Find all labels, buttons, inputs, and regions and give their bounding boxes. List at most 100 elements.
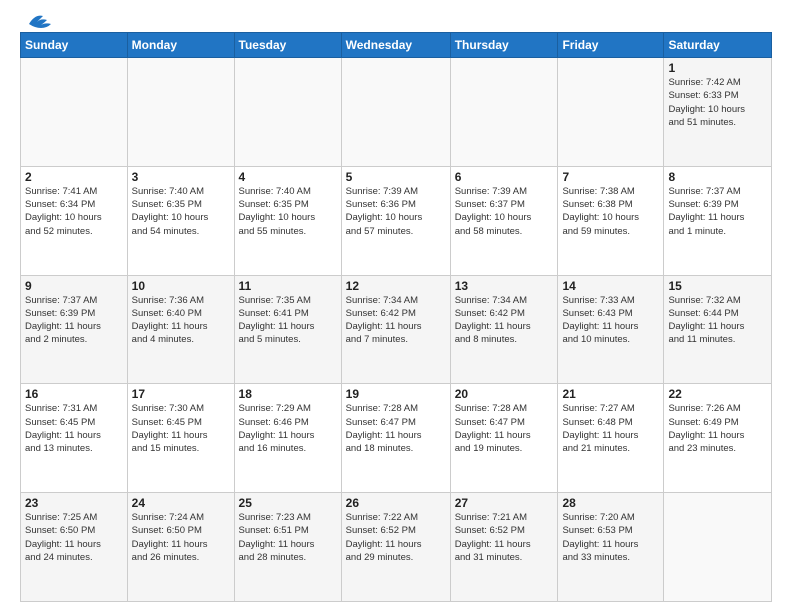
week-row-3: 9Sunrise: 7:37 AM Sunset: 6:39 PM Daylig… (21, 275, 772, 384)
day-cell: 23Sunrise: 7:25 AM Sunset: 6:50 PM Dayli… (21, 493, 128, 602)
day-cell: 28Sunrise: 7:20 AM Sunset: 6:53 PM Dayli… (558, 493, 664, 602)
day-cell: 7Sunrise: 7:38 AM Sunset: 6:38 PM Daylig… (558, 166, 664, 275)
weekday-header-tuesday: Tuesday (234, 33, 341, 58)
day-cell (450, 58, 558, 167)
day-cell: 12Sunrise: 7:34 AM Sunset: 6:42 PM Dayli… (341, 275, 450, 384)
day-detail: Sunrise: 7:40 AM Sunset: 6:35 PM Dayligh… (132, 185, 230, 238)
day-cell (234, 58, 341, 167)
day-number: 20 (455, 387, 554, 401)
day-number: 4 (239, 170, 337, 184)
day-detail: Sunrise: 7:40 AM Sunset: 6:35 PM Dayligh… (239, 185, 337, 238)
day-number: 8 (668, 170, 767, 184)
day-cell (558, 58, 664, 167)
day-number: 2 (25, 170, 123, 184)
day-cell: 17Sunrise: 7:30 AM Sunset: 6:45 PM Dayli… (127, 384, 234, 493)
day-number: 16 (25, 387, 123, 401)
day-number: 13 (455, 279, 554, 293)
day-number: 15 (668, 279, 767, 293)
day-detail: Sunrise: 7:36 AM Sunset: 6:40 PM Dayligh… (132, 294, 230, 347)
day-cell: 18Sunrise: 7:29 AM Sunset: 6:46 PM Dayli… (234, 384, 341, 493)
weekday-header-thursday: Thursday (450, 33, 558, 58)
day-cell: 22Sunrise: 7:26 AM Sunset: 6:49 PM Dayli… (664, 384, 772, 493)
weekday-header-friday: Friday (558, 33, 664, 58)
day-detail: Sunrise: 7:30 AM Sunset: 6:45 PM Dayligh… (132, 402, 230, 455)
day-detail: Sunrise: 7:33 AM Sunset: 6:43 PM Dayligh… (562, 294, 659, 347)
day-detail: Sunrise: 7:41 AM Sunset: 6:34 PM Dayligh… (25, 185, 123, 238)
weekday-header-sunday: Sunday (21, 33, 128, 58)
weekday-header-saturday: Saturday (664, 33, 772, 58)
day-cell: 9Sunrise: 7:37 AM Sunset: 6:39 PM Daylig… (21, 275, 128, 384)
day-cell: 3Sunrise: 7:40 AM Sunset: 6:35 PM Daylig… (127, 166, 234, 275)
day-detail: Sunrise: 7:20 AM Sunset: 6:53 PM Dayligh… (562, 511, 659, 564)
day-cell: 1Sunrise: 7:42 AM Sunset: 6:33 PM Daylig… (664, 58, 772, 167)
day-number: 12 (346, 279, 446, 293)
day-detail: Sunrise: 7:35 AM Sunset: 6:41 PM Dayligh… (239, 294, 337, 347)
day-number: 22 (668, 387, 767, 401)
weekday-header-wednesday: Wednesday (341, 33, 450, 58)
day-detail: Sunrise: 7:34 AM Sunset: 6:42 PM Dayligh… (455, 294, 554, 347)
day-cell: 26Sunrise: 7:22 AM Sunset: 6:52 PM Dayli… (341, 493, 450, 602)
day-cell: 25Sunrise: 7:23 AM Sunset: 6:51 PM Dayli… (234, 493, 341, 602)
weekday-header-monday: Monday (127, 33, 234, 58)
day-number: 14 (562, 279, 659, 293)
day-detail: Sunrise: 7:28 AM Sunset: 6:47 PM Dayligh… (346, 402, 446, 455)
day-number: 6 (455, 170, 554, 184)
day-number: 28 (562, 496, 659, 510)
header (20, 16, 772, 24)
day-detail: Sunrise: 7:26 AM Sunset: 6:49 PM Dayligh… (668, 402, 767, 455)
day-number: 19 (346, 387, 446, 401)
day-cell: 4Sunrise: 7:40 AM Sunset: 6:35 PM Daylig… (234, 166, 341, 275)
day-number: 24 (132, 496, 230, 510)
day-number: 27 (455, 496, 554, 510)
calendar-table: SundayMondayTuesdayWednesdayThursdayFrid… (20, 32, 772, 602)
day-number: 23 (25, 496, 123, 510)
day-cell: 14Sunrise: 7:33 AM Sunset: 6:43 PM Dayli… (558, 275, 664, 384)
day-number: 21 (562, 387, 659, 401)
day-cell: 15Sunrise: 7:32 AM Sunset: 6:44 PM Dayli… (664, 275, 772, 384)
day-detail: Sunrise: 7:24 AM Sunset: 6:50 PM Dayligh… (132, 511, 230, 564)
day-detail: Sunrise: 7:39 AM Sunset: 6:36 PM Dayligh… (346, 185, 446, 238)
day-cell (127, 58, 234, 167)
day-number: 17 (132, 387, 230, 401)
day-number: 11 (239, 279, 337, 293)
day-number: 18 (239, 387, 337, 401)
week-row-5: 23Sunrise: 7:25 AM Sunset: 6:50 PM Dayli… (21, 493, 772, 602)
day-number: 10 (132, 279, 230, 293)
day-number: 1 (668, 61, 767, 75)
day-cell: 27Sunrise: 7:21 AM Sunset: 6:52 PM Dayli… (450, 493, 558, 602)
day-detail: Sunrise: 7:25 AM Sunset: 6:50 PM Dayligh… (25, 511, 123, 564)
day-number: 7 (562, 170, 659, 184)
day-cell: 13Sunrise: 7:34 AM Sunset: 6:42 PM Dayli… (450, 275, 558, 384)
day-cell: 10Sunrise: 7:36 AM Sunset: 6:40 PM Dayli… (127, 275, 234, 384)
day-detail: Sunrise: 7:23 AM Sunset: 6:51 PM Dayligh… (239, 511, 337, 564)
day-number: 9 (25, 279, 123, 293)
weekday-header-row: SundayMondayTuesdayWednesdayThursdayFrid… (21, 33, 772, 58)
week-row-1: 1Sunrise: 7:42 AM Sunset: 6:33 PM Daylig… (21, 58, 772, 167)
day-number: 3 (132, 170, 230, 184)
day-detail: Sunrise: 7:34 AM Sunset: 6:42 PM Dayligh… (346, 294, 446, 347)
day-detail: Sunrise: 7:42 AM Sunset: 6:33 PM Dayligh… (668, 76, 767, 129)
day-cell (664, 493, 772, 602)
day-cell: 24Sunrise: 7:24 AM Sunset: 6:50 PM Dayli… (127, 493, 234, 602)
day-cell: 20Sunrise: 7:28 AM Sunset: 6:47 PM Dayli… (450, 384, 558, 493)
day-cell: 11Sunrise: 7:35 AM Sunset: 6:41 PM Dayli… (234, 275, 341, 384)
logo-bird-icon (21, 10, 53, 32)
day-detail: Sunrise: 7:39 AM Sunset: 6:37 PM Dayligh… (455, 185, 554, 238)
day-detail: Sunrise: 7:32 AM Sunset: 6:44 PM Dayligh… (668, 294, 767, 347)
day-number: 5 (346, 170, 446, 184)
day-detail: Sunrise: 7:21 AM Sunset: 6:52 PM Dayligh… (455, 511, 554, 564)
week-row-2: 2Sunrise: 7:41 AM Sunset: 6:34 PM Daylig… (21, 166, 772, 275)
day-number: 25 (239, 496, 337, 510)
day-cell: 19Sunrise: 7:28 AM Sunset: 6:47 PM Dayli… (341, 384, 450, 493)
day-cell: 2Sunrise: 7:41 AM Sunset: 6:34 PM Daylig… (21, 166, 128, 275)
day-number: 26 (346, 496, 446, 510)
day-cell: 21Sunrise: 7:27 AM Sunset: 6:48 PM Dayli… (558, 384, 664, 493)
day-detail: Sunrise: 7:37 AM Sunset: 6:39 PM Dayligh… (25, 294, 123, 347)
day-detail: Sunrise: 7:29 AM Sunset: 6:46 PM Dayligh… (239, 402, 337, 455)
day-cell: 6Sunrise: 7:39 AM Sunset: 6:37 PM Daylig… (450, 166, 558, 275)
day-cell: 5Sunrise: 7:39 AM Sunset: 6:36 PM Daylig… (341, 166, 450, 275)
day-cell (21, 58, 128, 167)
page: SundayMondayTuesdayWednesdayThursdayFrid… (0, 0, 792, 612)
day-cell: 8Sunrise: 7:37 AM Sunset: 6:39 PM Daylig… (664, 166, 772, 275)
day-detail: Sunrise: 7:31 AM Sunset: 6:45 PM Dayligh… (25, 402, 123, 455)
